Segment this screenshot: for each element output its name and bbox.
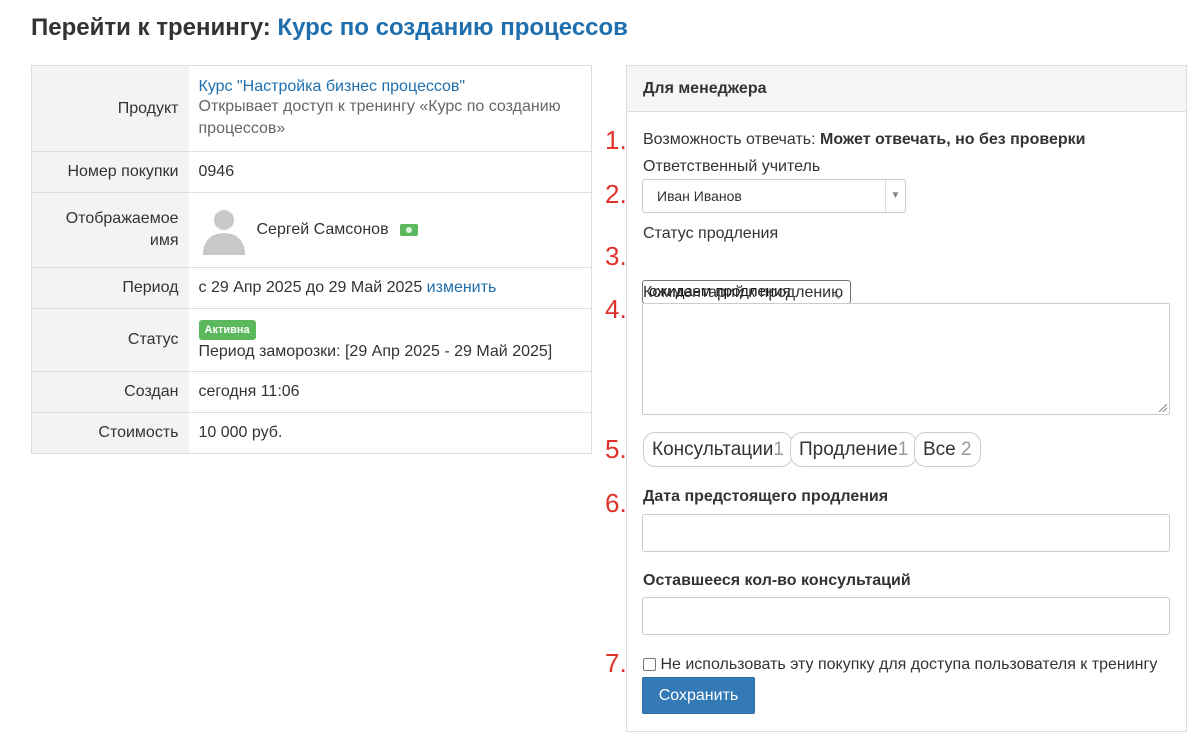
course-link[interactable]: Курс по созданию процессов [277, 14, 628, 41]
tab-count: 1 [897, 439, 909, 460]
no-access-option: Не использовать эту покупку для доступа … [643, 656, 1157, 674]
next-renewal-label: Дата предстоящего продления [643, 488, 889, 505]
row-product: Продукт Курс "Настройка бизнес процессов… [31, 65, 592, 152]
marker-4: 4. [605, 294, 627, 324]
teacher-select-value: Иван Иванов [657, 188, 742, 204]
tab-count: 1 [773, 439, 784, 460]
marker-6: 6. [605, 488, 627, 518]
created-label: Создан [31, 371, 189, 413]
teacher-label: Ответственный учитель [643, 158, 821, 175]
no-access-checkbox[interactable] [643, 658, 656, 672]
period-value: с 29 Апр 2025 до 29 Май 2025 [198, 279, 423, 296]
display-name-label: Отображаемое имя [31, 192, 189, 268]
row-period: Период с 29 Апр 2025 до 29 Май 2025 изме… [31, 267, 592, 309]
purchase-number-value: 0946 [188, 151, 592, 193]
no-access-label[interactable]: Не использовать эту покупку для доступа … [660, 656, 1157, 673]
marker-2: 2. [605, 179, 627, 209]
cost-label: Стоимость [31, 412, 189, 454]
reply-ability: Возможность отвечать: Может отвечать, но… [643, 131, 1086, 149]
comment-textarea[interactable] [642, 303, 1170, 415]
row-status: Статус Активна Период заморозки: [29 Апр… [31, 308, 592, 372]
remaining-consultations-label: Оставшееся кол-во консультаций [643, 572, 911, 589]
marker-5: 5. [605, 434, 627, 464]
purchase-info-table: Продукт Курс "Настройка бизнес процессов… [31, 65, 592, 454]
product-link[interactable]: Курс "Настройка бизнес процессов" [199, 78, 582, 96]
period-label: Период [31, 267, 189, 309]
tab-all[interactable]: Все 2 [914, 432, 981, 467]
product-label: Продукт [31, 65, 189, 152]
comment-label: Комментарий к продлению [643, 284, 844, 301]
reply-ability-value: Может отвечать, но без проверки [820, 131, 1086, 148]
change-period-link[interactable]: изменить [427, 279, 497, 296]
user-silhouette-icon [202, 210, 245, 255]
tab-consultations[interactable]: Консультации1 [643, 432, 793, 467]
created-value: сегодня 11:06 [188, 371, 592, 413]
remaining-consultations-input[interactable] [642, 597, 1170, 635]
save-button[interactable]: Сохранить [642, 677, 755, 714]
marker-3: 3. [605, 241, 627, 271]
manager-panel-title: Для менеджера [627, 66, 1186, 112]
resize-grip-icon[interactable] [1159, 404, 1167, 412]
page-title: Перейти к тренингу: Курс по созданию про… [31, 14, 628, 42]
row-display-name: Отображаемое имя Сергей Самсонов [31, 192, 592, 268]
product-description: Открывает доступ к тренингу «Курс по соз… [198, 97, 561, 137]
tab-count: 2 [961, 439, 972, 460]
money-icon [399, 224, 418, 236]
renewal-status-label: Статус продления [643, 225, 779, 242]
marker-1: 1. [605, 125, 627, 155]
display-name-value[interactable]: Сергей Самсонов [257, 221, 389, 239]
tab-renewal[interactable]: Продление1 [790, 432, 918, 467]
row-purchase-number: Номер покупки 0946 [31, 151, 592, 193]
status-badge: Активна [198, 319, 256, 340]
next-renewal-input[interactable] [642, 514, 1170, 552]
cost-value: 10 000 руб. [188, 412, 592, 454]
purchase-number-label: Номер покупки [31, 151, 189, 193]
marker-7: 7. [605, 648, 627, 678]
row-created: Создан сегодня 11:06 [31, 371, 592, 413]
reply-ability-label: Возможность отвечать: [643, 131, 816, 148]
status-label: Статус [31, 308, 189, 372]
caret-down-icon: ▼ [885, 180, 905, 212]
teacher-select[interactable]: Иван Иванов ▼ [642, 179, 906, 213]
row-cost: Стоимость 10 000 руб. [31, 412, 592, 454]
freeze-period: Период заморозки: [29 Апр 2025 - 29 Май … [198, 342, 553, 360]
page-title-prefix: Перейти к тренингу: [31, 14, 271, 41]
